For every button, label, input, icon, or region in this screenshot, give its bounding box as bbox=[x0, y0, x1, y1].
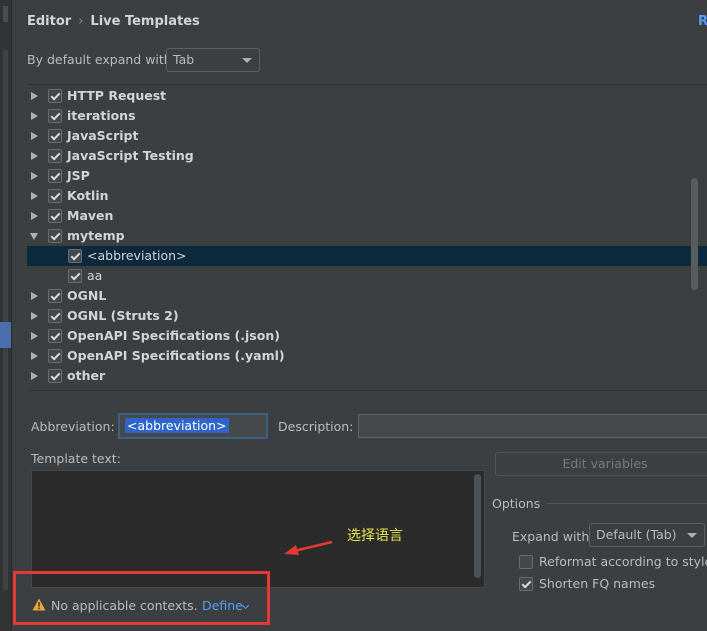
template-row-label: OGNL (Struts 2) bbox=[67, 308, 179, 323]
template-group-row[interactable]: OGNL bbox=[27, 286, 707, 306]
abbreviation-value: <abbreviation> bbox=[125, 418, 229, 433]
settings-sidebar-strip bbox=[0, 0, 12, 631]
template-row-label: OpenAPI Specifications (.yaml) bbox=[67, 348, 285, 363]
abbreviation-label: Abbreviation: bbox=[31, 419, 115, 434]
template-row-label: OpenAPI Specifications (.json) bbox=[67, 328, 280, 343]
sidebar-scroll-mark bbox=[3, 6, 8, 22]
template-checkbox[interactable] bbox=[68, 269, 82, 283]
expand-right-icon[interactable] bbox=[31, 371, 38, 380]
expand-down-icon[interactable] bbox=[30, 233, 38, 240]
expand-right-icon[interactable] bbox=[31, 151, 38, 160]
expand-with-select[interactable]: Default (Tab) bbox=[589, 523, 705, 547]
default-expand-label: By default expand with bbox=[27, 52, 172, 67]
template-group-row[interactable]: iterations bbox=[27, 106, 707, 126]
expand-right-icon[interactable] bbox=[31, 211, 38, 220]
template-checkbox[interactable] bbox=[48, 189, 62, 203]
expand-with-label: Expand with bbox=[512, 529, 590, 544]
template-row-label: <abbreviation> bbox=[87, 248, 187, 263]
abbreviation-input[interactable]: <abbreviation> bbox=[118, 413, 268, 439]
expand-right-icon[interactable] bbox=[31, 131, 38, 140]
default-expand-value: Tab bbox=[173, 52, 195, 67]
template-group-row[interactable]: other bbox=[27, 366, 707, 386]
template-checkbox[interactable] bbox=[48, 369, 62, 383]
template-group-row[interactable]: Maven bbox=[27, 206, 707, 226]
template-checkbox[interactable] bbox=[48, 309, 62, 323]
template-group-row[interactable]: HTTP Request bbox=[27, 86, 707, 106]
template-group-row[interactable]: JavaScript Testing bbox=[27, 146, 707, 166]
options-divider bbox=[546, 503, 707, 504]
expand-with-value: Default (Tab) bbox=[596, 527, 677, 542]
template-row-label: HTTP Request bbox=[67, 88, 167, 103]
template-checkbox[interactable] bbox=[48, 289, 62, 303]
template-checkbox[interactable] bbox=[48, 329, 62, 343]
template-checkbox[interactable] bbox=[48, 349, 62, 363]
template-checkbox[interactable] bbox=[68, 249, 82, 263]
expand-right-icon[interactable] bbox=[31, 171, 38, 180]
template-row-label: OGNL bbox=[67, 288, 107, 303]
templates-tree[interactable]: HTTP Request iterations JavaScript JavaScri… bbox=[27, 84, 707, 391]
expand-right-icon[interactable] bbox=[31, 291, 38, 300]
sidebar-selected-indicator[interactable] bbox=[0, 322, 11, 348]
template-checkbox[interactable] bbox=[48, 89, 62, 103]
template-row-label: JavaScript bbox=[67, 128, 139, 143]
template-checkbox[interactable] bbox=[48, 229, 62, 243]
shorten-fq-checkbox[interactable] bbox=[519, 577, 533, 591]
template-row-label: aa bbox=[87, 268, 103, 283]
chevron-down-icon bbox=[242, 58, 252, 63]
annotation-text: 选择语言 bbox=[347, 528, 403, 544]
template-row-label: other bbox=[67, 368, 106, 383]
template-group-row[interactable]: Kotlin bbox=[27, 186, 707, 206]
edit-variables-button[interactable]: Edit variables bbox=[495, 452, 707, 476]
template-item-row[interactable]: <abbreviation> bbox=[27, 246, 707, 266]
template-group-row[interactable]: OpenAPI Specifications (.json) bbox=[27, 326, 707, 346]
template-checkbox[interactable] bbox=[48, 109, 62, 123]
template-row-label: JSP bbox=[67, 168, 90, 183]
expand-right-icon[interactable] bbox=[31, 111, 38, 120]
template-text-label: Template text: bbox=[31, 451, 121, 466]
shorten-fq-label: Shorten FQ names bbox=[539, 576, 656, 591]
expand-right-icon[interactable] bbox=[31, 91, 38, 100]
reset-link[interactable]: R bbox=[698, 14, 707, 29]
template-text-scrollbar[interactable] bbox=[474, 474, 481, 578]
breadcrumb-parent[interactable]: Editor bbox=[27, 14, 71, 29]
template-checkbox[interactable] bbox=[48, 209, 62, 223]
description-label: Description: bbox=[278, 419, 354, 434]
template-group-row[interactable]: JavaScript bbox=[27, 126, 707, 146]
sidebar-scroll-track bbox=[3, 50, 8, 590]
template-checkbox[interactable] bbox=[48, 129, 62, 143]
template-row-label: iterations bbox=[67, 108, 136, 123]
options-title: Options bbox=[492, 496, 541, 511]
chevron-down-icon bbox=[687, 533, 697, 538]
description-input[interactable] bbox=[358, 414, 707, 438]
template-group-row[interactable]: OpenAPI Specifications (.yaml) bbox=[27, 346, 707, 366]
default-expand-select[interactable]: Tab bbox=[166, 48, 260, 72]
expand-right-icon[interactable] bbox=[31, 311, 38, 320]
template-row-label: JavaScript Testing bbox=[67, 148, 194, 163]
template-item-row[interactable]: aa bbox=[27, 266, 707, 286]
template-group-row[interactable]: JSP bbox=[27, 166, 707, 186]
reformat-label: Reformat according to style bbox=[539, 554, 707, 569]
annotation-arrow-icon bbox=[284, 540, 333, 555]
template-row-label: mytemp bbox=[67, 228, 125, 243]
template-group-row[interactable]: OGNL (Struts 2) bbox=[27, 306, 707, 326]
expand-right-icon[interactable] bbox=[31, 331, 38, 340]
template-checkbox[interactable] bbox=[48, 169, 62, 183]
expand-right-icon[interactable] bbox=[31, 351, 38, 360]
template-row-label: Kotlin bbox=[67, 188, 109, 203]
expand-right-icon[interactable] bbox=[31, 191, 38, 200]
reformat-checkbox[interactable] bbox=[519, 555, 533, 569]
tree-scrollbar[interactable] bbox=[691, 178, 698, 290]
template-checkbox[interactable] bbox=[48, 149, 62, 163]
template-row-label: Maven bbox=[67, 208, 114, 223]
breadcrumb-separator: › bbox=[78, 14, 84, 29]
define-context-link[interactable]: Define bbox=[202, 598, 243, 613]
warning-icon bbox=[32, 598, 46, 611]
template-group-row[interactable]: mytemp bbox=[27, 226, 707, 246]
no-contexts-warning: No applicable contexts. bbox=[51, 598, 198, 613]
breadcrumb: Editor › Live Templates bbox=[27, 14, 200, 29]
breadcrumb-current: Live Templates bbox=[90, 14, 200, 29]
